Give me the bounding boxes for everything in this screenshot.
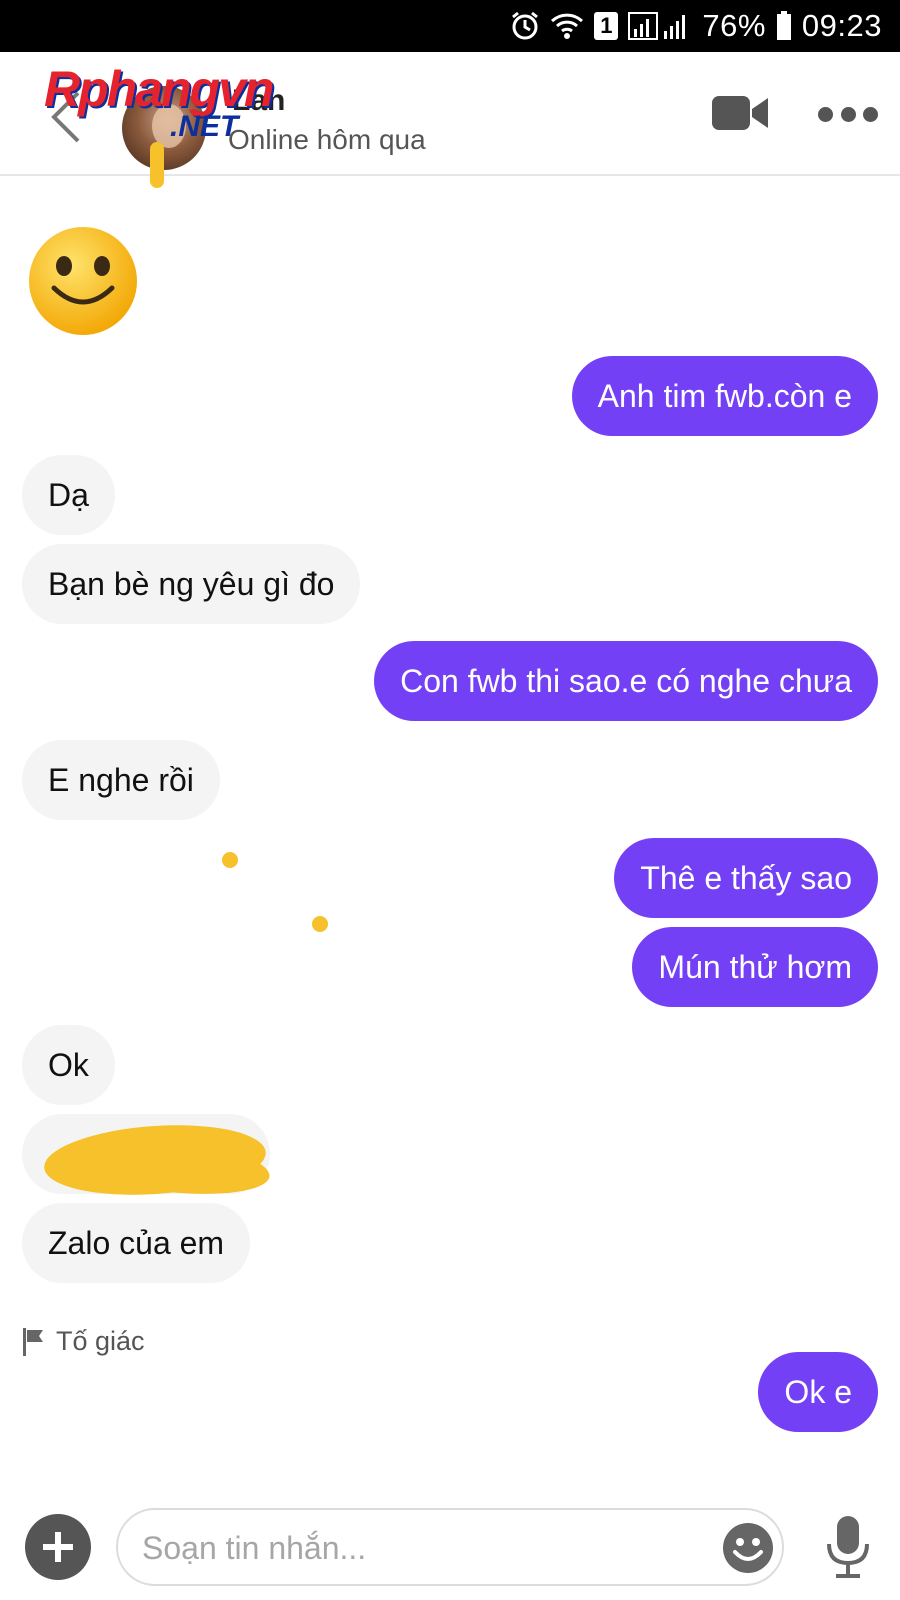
message-outgoing[interactable]: Thê e thấy sao — [614, 838, 878, 918]
dot-icon — [863, 106, 878, 122]
add-attachment-button[interactable] — [25, 1514, 91, 1580]
message-incoming[interactable]: Dạ — [22, 455, 115, 535]
more-options-button[interactable] — [818, 104, 878, 124]
message-outgoing[interactable]: Con fwb thi sao.e có nghe chưa — [374, 641, 878, 721]
message-incoming[interactable]: E nghe rồi — [22, 740, 220, 820]
redaction-dot — [312, 916, 328, 932]
battery-percent: 76% — [702, 8, 766, 43]
wifi-icon — [550, 10, 584, 42]
report-link[interactable]: Tố giác — [22, 1326, 145, 1357]
flag-icon — [23, 1327, 43, 1356]
video-camera-icon — [712, 96, 768, 130]
chat-screen: 1 76% 09:23 Lan Online hôm qua Rphangvn … — [0, 0, 900, 1600]
plus-icon — [43, 1532, 73, 1562]
report-label[interactable]: Tố giác — [56, 1326, 145, 1357]
message-incoming[interactable]: Bạn bè ng yêu gì đo — [22, 544, 361, 624]
emoji-picker-button[interactable] — [722, 1522, 774, 1574]
redaction-dot — [222, 852, 238, 868]
chat-header: Lan Online hôm qua Rphangvn .NET — [0, 52, 900, 188]
message-outgoing[interactable]: Anh tim fwb.còn e — [571, 356, 878, 436]
message-incoming[interactable]: Ok — [22, 1025, 115, 1105]
message-outgoing[interactable]: Ok e — [758, 1352, 878, 1432]
dot-icon — [840, 106, 856, 122]
dot-icon — [818, 106, 833, 122]
redaction-mark — [150, 142, 164, 188]
clock: 09:23 — [801, 8, 882, 43]
message-input[interactable] — [142, 1522, 702, 1574]
smiling-face-icon — [26, 224, 140, 338]
watermark-logo-sub: .NET — [170, 110, 239, 143]
alarm-icon — [510, 10, 540, 42]
contact-status: Online hôm qua — [228, 124, 426, 155]
microphone-button[interactable] — [824, 1514, 872, 1580]
video-call-button[interactable] — [712, 92, 770, 134]
message-outgoing[interactable]: Mún thử hơm — [632, 927, 878, 1007]
sim-badge: 1 — [594, 12, 619, 40]
message-input-container[interactable] — [116, 1508, 784, 1586]
microphone-icon — [827, 1516, 869, 1578]
message-incoming[interactable]: Zalo của em — [22, 1203, 251, 1283]
smiley-icon — [723, 1523, 773, 1573]
signal-icon — [628, 10, 692, 42]
status-bar: 1 76% 09:23 — [0, 0, 900, 52]
battery-icon — [776, 10, 792, 42]
message-composer — [0, 1490, 900, 1600]
